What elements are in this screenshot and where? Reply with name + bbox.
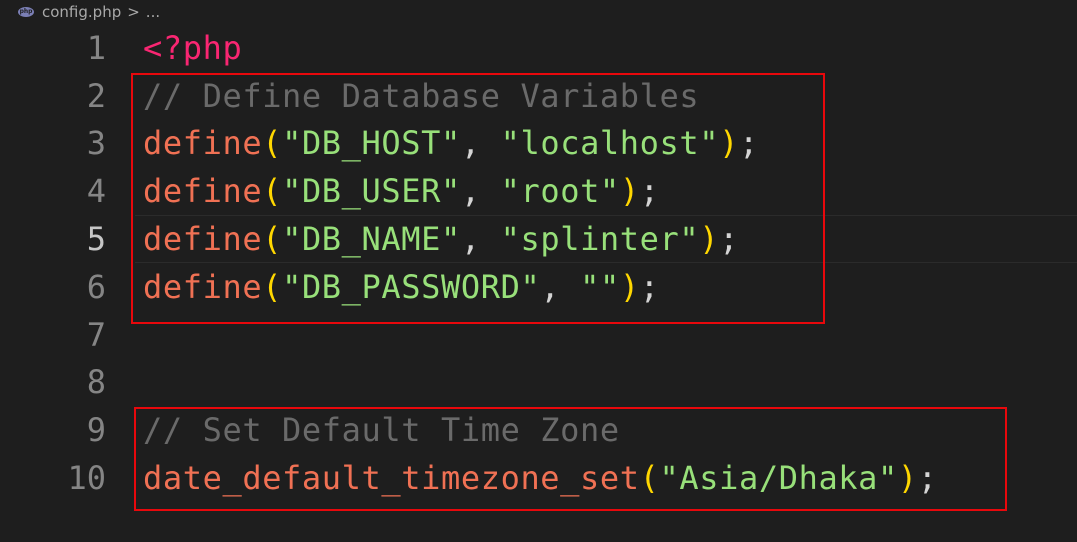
code-area[interactable]: 1 <?php 2 // Define Database Variables 3… (0, 24, 1077, 502)
function-name: date_default_timezone_set (143, 459, 640, 498)
semicolon: ; (639, 267, 660, 306)
string-arg: "root" (500, 172, 620, 211)
line-number: 6 (86, 267, 106, 306)
line-content[interactable]: define("DB_PASSWORD", ""); (143, 268, 660, 306)
code-line[interactable]: 3 define("DB_HOST", "localhost"); (0, 120, 1077, 168)
breadcrumb: php config.php > ... (0, 0, 160, 24)
line-content[interactable]: // Set Default Time Zone (143, 411, 620, 449)
semicolon: ; (719, 220, 740, 259)
string-arg: "DB_HOST" (282, 124, 461, 163)
open-paren: ( (639, 459, 660, 498)
line-content[interactable]: <?php (143, 29, 242, 67)
close-paren: ) (897, 459, 918, 498)
code-comment: // Define Database Variables (143, 76, 700, 115)
line-number: 3 (86, 124, 106, 163)
close-paren: ) (699, 220, 720, 259)
comma: , (460, 124, 501, 163)
close-paren: ) (719, 124, 740, 163)
string-arg: "localhost" (500, 124, 720, 163)
line-content[interactable]: date_default_timezone_set("Asia/Dhaka"); (143, 459, 938, 497)
code-line[interactable]: 9 // Set Default Time Zone (0, 406, 1077, 454)
line-content[interactable]: // Define Database Variables (143, 77, 699, 115)
php-open-tag: <?php (143, 28, 243, 67)
function-name: define (143, 267, 263, 306)
code-line[interactable]: 7 (0, 311, 1077, 359)
open-paren: ( (262, 172, 283, 211)
comma: , (540, 267, 581, 306)
breadcrumb-more[interactable]: ... (146, 3, 160, 21)
function-name: define (143, 124, 263, 163)
comma: , (460, 172, 501, 211)
string-arg: "Asia/Dhaka" (659, 459, 898, 498)
line-content[interactable]: define("DB_USER", "root"); (143, 172, 660, 210)
line-number: 7 (86, 315, 106, 354)
string-arg: "DB_PASSWORD" (282, 267, 541, 306)
code-line[interactable]: 1 <?php (0, 24, 1077, 72)
code-line[interactable]: 8 (0, 359, 1077, 407)
string-arg: "DB_USER" (282, 172, 461, 211)
line-number: 5 (86, 220, 106, 259)
semicolon: ; (917, 459, 938, 498)
line-content[interactable]: define("DB_HOST", "localhost"); (143, 124, 759, 162)
semicolon: ; (739, 124, 759, 163)
string-arg: "splinter" (500, 220, 700, 259)
semicolon: ; (639, 172, 660, 211)
code-comment: // Set Default Time Zone (143, 411, 620, 450)
function-name: define (143, 220, 263, 259)
function-name: define (143, 172, 263, 211)
line-content[interactable]: define("DB_NAME", "splinter"); (143, 220, 739, 258)
line-number: 4 (86, 172, 106, 211)
code-line[interactable]: 4 define("DB_USER", "root"); (0, 167, 1077, 215)
close-paren: ) (619, 267, 640, 306)
open-paren: ( (262, 220, 283, 259)
line-number: 1 (86, 28, 106, 67)
line-number: 10 (67, 459, 106, 498)
code-line[interactable]: 6 define("DB_PASSWORD", ""); (0, 263, 1077, 311)
open-paren: ( (262, 267, 283, 306)
comma: , (460, 220, 501, 259)
breadcrumb-file-name[interactable]: config.php (42, 3, 121, 21)
chevron-right-icon: > (127, 3, 140, 21)
code-editor[interactable]: php config.php > ... 1 <?php 2 // Define… (0, 0, 1077, 542)
string-arg: "DB_NAME" (282, 220, 461, 259)
code-line[interactable]: 2 // Define Database Variables (0, 72, 1077, 120)
code-line[interactable]: 10 date_default_timezone_set("Asia/Dhaka… (0, 454, 1077, 502)
string-arg: "" (580, 267, 620, 306)
line-number: 2 (86, 76, 106, 115)
code-line-current[interactable]: 5 define("DB_NAME", "splinter"); (0, 215, 1077, 263)
line-number: 9 (86, 411, 106, 450)
php-file-icon: php (18, 7, 34, 17)
close-paren: ) (619, 172, 640, 211)
line-number: 8 (86, 363, 106, 402)
open-paren: ( (262, 124, 283, 163)
